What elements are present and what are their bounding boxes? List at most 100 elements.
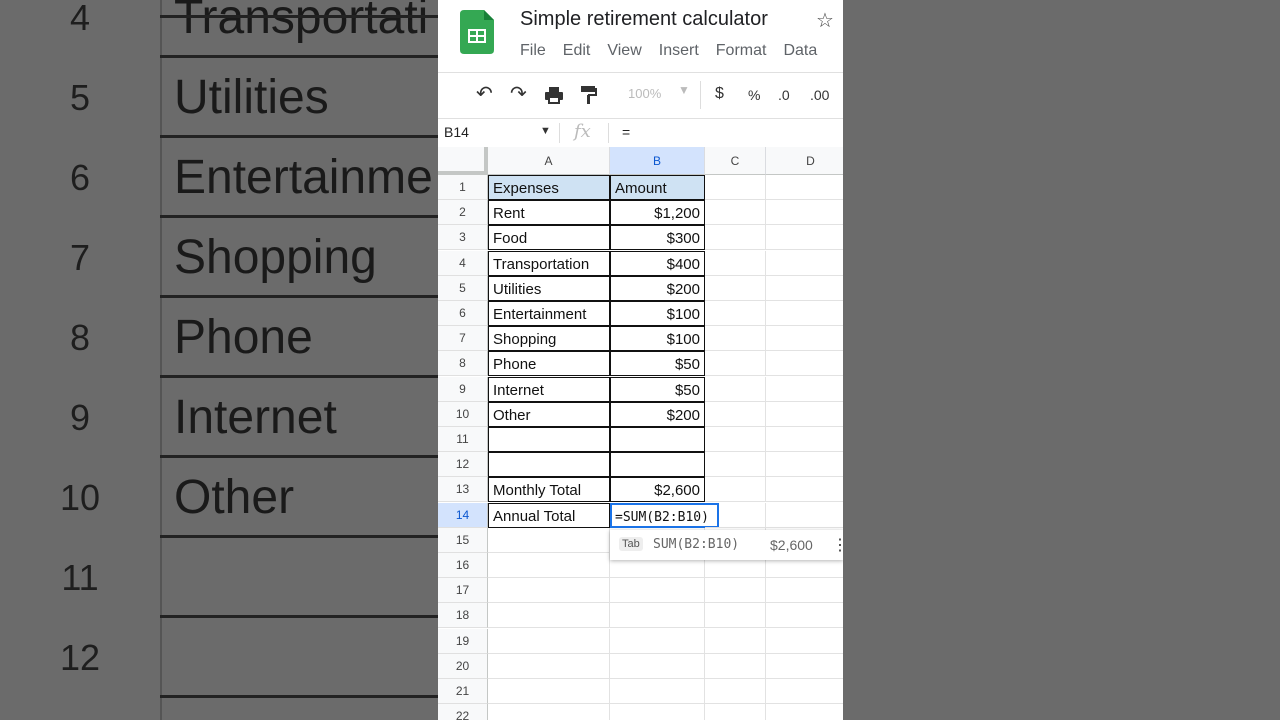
row-header-7[interactable]: 7 (438, 326, 488, 352)
cell-a7[interactable]: Shopping (488, 326, 610, 352)
decrease-decimal-button[interactable]: .0 (778, 87, 790, 103)
document-title[interactable]: Simple retirement calculator (520, 8, 768, 31)
cell-c10[interactable] (705, 401, 766, 427)
cell-b7[interactable]: $100 (610, 326, 705, 352)
cell-a20[interactable] (488, 653, 610, 679)
paint-format-icon[interactable] (580, 85, 598, 105)
cell-b10[interactable]: $200 (610, 401, 705, 427)
row-header-2[interactable]: 2 (438, 200, 488, 226)
name-box[interactable]: B14 (444, 124, 469, 140)
cell-a10[interactable]: Other (488, 401, 610, 427)
cell-b9[interactable]: $50 (610, 376, 705, 402)
cell-d5[interactable] (766, 276, 843, 301)
row-header-14[interactable]: 14 (438, 502, 488, 528)
cell-d11[interactable] (766, 427, 843, 452)
cell-b13[interactable]: $2,600 (610, 477, 705, 503)
column-header-d[interactable]: D (766, 147, 843, 175)
menu-insert[interactable]: Insert (659, 42, 699, 59)
cell-d6[interactable] (766, 301, 843, 326)
cell-a12[interactable] (488, 452, 610, 478)
formula-input[interactable]: = (622, 124, 630, 140)
cell-c7[interactable] (705, 326, 766, 352)
cell-b21[interactable] (610, 679, 705, 704)
cell-c17[interactable] (705, 578, 766, 604)
cell-b17[interactable] (610, 578, 705, 604)
formula-suggestion-popup[interactable]: Tab SUM(B2:B10) $2,600 ⋮ (610, 530, 843, 560)
cell-a21[interactable] (488, 679, 610, 704)
percent-format-button[interactable]: % (748, 87, 760, 103)
menu-edit[interactable]: Edit (563, 42, 591, 59)
row-header-11[interactable]: 11 (438, 427, 488, 452)
cell-c12[interactable] (705, 452, 766, 478)
cell-d20[interactable] (766, 654, 843, 679)
cell-d17[interactable] (766, 578, 843, 604)
row-header-12[interactable]: 12 (438, 452, 488, 478)
cell-d4[interactable] (766, 251, 843, 276)
column-header-c[interactable]: C (705, 147, 766, 175)
cell-d18[interactable] (766, 603, 843, 629)
more-vert-icon[interactable]: ⋮ (832, 535, 843, 554)
cell-c21[interactable] (705, 679, 766, 704)
menu-view[interactable]: View (607, 42, 641, 59)
cell-a4[interactable]: Transportation (488, 250, 610, 276)
row-header-17[interactable]: 17 (438, 578, 488, 604)
cell-c13[interactable] (705, 477, 766, 503)
cell-c6[interactable] (705, 301, 766, 326)
cell-c22[interactable] (705, 704, 766, 720)
cell-c18[interactable] (705, 603, 766, 629)
menu-file[interactable]: File (520, 42, 546, 59)
cell-a5[interactable]: Utilities (488, 275, 610, 301)
cell-b14[interactable]: =SUM(B2:B10) (610, 502, 719, 528)
cell-d10[interactable] (766, 402, 843, 427)
redo-icon[interactable]: ↷ (510, 81, 527, 106)
cell-a8[interactable]: Phone (488, 351, 610, 377)
cell-b19[interactable] (610, 628, 705, 654)
row-header-9[interactable]: 9 (438, 376, 488, 402)
star-icon[interactable]: ☆ (816, 8, 834, 33)
cell-a19[interactable] (488, 628, 610, 654)
cell-b12[interactable] (610, 452, 705, 478)
menu-format[interactable]: Format (716, 42, 767, 59)
row-header-16[interactable]: 16 (438, 553, 488, 578)
cell-d19[interactable] (766, 629, 843, 654)
zoom-select[interactable]: 100% (628, 86, 661, 101)
row-header-1[interactable]: 1 (438, 175, 488, 200)
increase-decimal-button[interactable]: .00 (810, 87, 829, 103)
row-header-8[interactable]: 8 (438, 351, 488, 377)
cell-b4[interactable]: $400 (610, 250, 705, 276)
row-header-21[interactable]: 21 (438, 679, 488, 704)
cell-b8[interactable]: $50 (610, 351, 705, 377)
row-header-13[interactable]: 13 (438, 477, 488, 503)
cell-c19[interactable] (705, 628, 766, 654)
row-header-20[interactable]: 20 (438, 653, 488, 679)
cell-b3[interactable]: $300 (610, 225, 705, 251)
cell-b5[interactable]: $200 (610, 275, 705, 301)
cell-a11[interactable] (488, 427, 610, 452)
cell-d21[interactable] (766, 679, 843, 704)
cell-d8[interactable] (766, 351, 843, 377)
cell-c8[interactable] (705, 351, 766, 377)
menu-data[interactable]: Data (783, 42, 817, 59)
cell-d22[interactable] (766, 704, 843, 720)
cell-c1[interactable] (705, 175, 766, 200)
cell-a13[interactable]: Monthly Total (488, 477, 610, 503)
cell-b20[interactable] (610, 653, 705, 679)
cell-b22[interactable] (610, 704, 705, 720)
chevron-down-icon[interactable]: ▼ (540, 125, 551, 137)
print-icon[interactable] (544, 85, 564, 105)
cell-d14[interactable] (766, 503, 843, 528)
row-header-5[interactable]: 5 (438, 275, 488, 301)
currency-format-button[interactable]: $ (715, 85, 724, 103)
cell-a3[interactable]: Food (488, 225, 610, 251)
row-header-3[interactable]: 3 (438, 225, 488, 251)
undo-icon[interactable]: ↶ (476, 81, 493, 106)
cell-c9[interactable] (705, 376, 766, 402)
row-header-15[interactable]: 15 (438, 527, 488, 553)
cell-c20[interactable] (705, 653, 766, 679)
cell-a22[interactable] (488, 704, 610, 720)
cell-b6[interactable]: $100 (610, 301, 705, 326)
cell-c3[interactable] (705, 225, 766, 251)
cell-d9[interactable] (766, 377, 843, 402)
cell-a16[interactable] (488, 553, 610, 578)
cell-c14[interactable] (705, 502, 766, 528)
